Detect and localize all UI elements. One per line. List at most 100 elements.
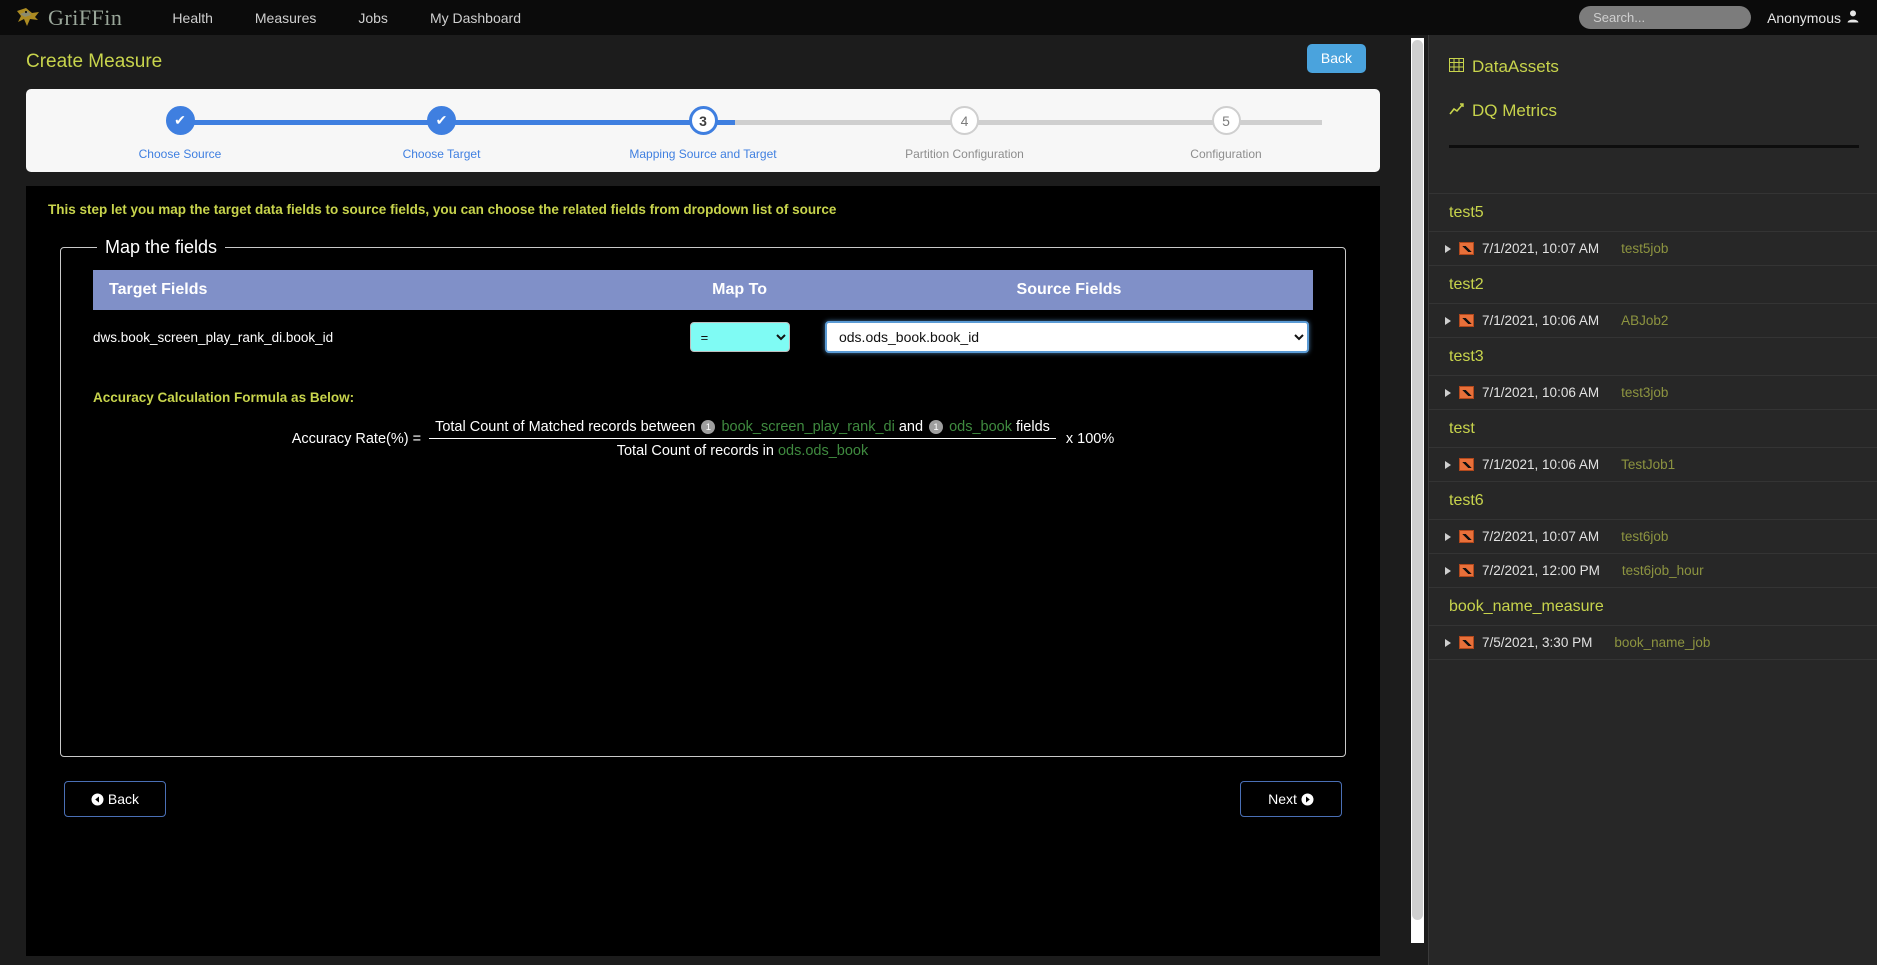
list-item[interactable]: 7/2/2021, 12:00 PM test6job_hour	[1429, 554, 1877, 588]
job-name: test6job_hour	[1621, 563, 1704, 578]
chevron-right-icon[interactable]	[1445, 244, 1451, 253]
brand-name: GriFFin	[48, 4, 123, 30]
measure-title[interactable]: test3	[1429, 338, 1877, 376]
step-label-1: Choose Source	[138, 147, 222, 161]
user-icon	[1847, 9, 1859, 26]
source-field-select[interactable]: ods.ods_book.book_id	[824, 321, 1309, 353]
measure-group: test2 7/1/2021, 10:06 AM ABJob2	[1429, 266, 1877, 338]
search-input[interactable]	[1579, 6, 1752, 29]
nav-link-jobs[interactable]: Jobs	[356, 6, 390, 30]
chevron-right-icon[interactable]	[1445, 460, 1451, 469]
cell-map-to: =	[654, 310, 825, 364]
column-header-map-to: Map To	[654, 270, 825, 310]
column-header-source-fields: Source Fields	[824, 270, 1313, 310]
nav-link-health[interactable]: Health	[170, 6, 214, 30]
job-timestamp: 7/1/2021, 10:07 AM	[1482, 241, 1600, 256]
map-fields-legend: Map the fields	[105, 237, 218, 257]
step-choose-source[interactable]: ✔ Choose Source	[120, 89, 240, 161]
chart-icon	[1459, 636, 1474, 649]
cell-source-field: ods.ods_book.book_id	[824, 310, 1313, 364]
sidebar-links: DataAssets DQ Metrics	[1429, 35, 1877, 148]
job-timestamp: 7/2/2021, 10:07 AM	[1482, 529, 1600, 544]
step-choose-target[interactable]: ✔ Choose Target	[382, 89, 502, 161]
numerator-badge-2: 1	[929, 420, 944, 435]
list-item[interactable]: 7/1/2021, 10:06 AM TestJob1	[1429, 448, 1877, 482]
sidebar-item-dq-metrics[interactable]: DQ Metrics	[1449, 101, 1859, 121]
next-button[interactable]: Next	[1240, 781, 1342, 817]
table-row: dws.book_screen_play_rank_di.book_id = o…	[93, 310, 1313, 364]
arrow-left-circle-icon	[91, 791, 104, 807]
job-timestamp: 7/2/2021, 12:00 PM	[1482, 563, 1600, 578]
scrollbar-track[interactable]	[1410, 38, 1424, 943]
nav-link-measures[interactable]: Measures	[253, 6, 318, 30]
sidebar-item-dataassets[interactable]: DataAssets	[1449, 57, 1859, 77]
chart-icon	[1459, 314, 1474, 327]
sidebar-item-label-dq-metrics: DQ Metrics	[1472, 101, 1557, 120]
measure-title[interactable]: test	[1429, 410, 1877, 448]
chevron-right-icon[interactable]	[1445, 532, 1451, 541]
measure-title[interactable]: test2	[1429, 266, 1877, 304]
map-to-select[interactable]: =	[689, 322, 790, 352]
numerator-field-2: ods_book	[949, 419, 1012, 435]
list-item[interactable]: 7/1/2021, 10:07 AM test5job	[1429, 232, 1877, 266]
step-mapping-source-and-target[interactable]: 3 Mapping Source and Target	[629, 89, 777, 161]
nav-link-my-dashboard[interactable]: My Dashboard	[428, 6, 523, 30]
step-label-5: Configuration	[1190, 147, 1262, 161]
measure-title[interactable]: book_name_measure	[1429, 588, 1877, 626]
denominator-field-1: ods.ods_book	[777, 443, 869, 459]
column-header-target-fields: Target Fields	[93, 270, 655, 310]
list-item[interactable]: 7/2/2021, 10:07 AM test6job	[1429, 520, 1877, 554]
user-menu[interactable]: Anonymous	[1767, 10, 1867, 26]
step-label-2: Choose Target	[402, 147, 481, 161]
table-grid-icon	[1449, 57, 1464, 77]
brand-logo-area[interactable]: GriFFin	[14, 5, 122, 31]
page-title: Create Measure	[26, 51, 163, 72]
step-bubble-5: 5	[1211, 106, 1241, 135]
header-back-button[interactable]: Back	[1306, 44, 1366, 73]
step-bubble-2: ✔	[427, 106, 456, 135]
user-name: Anonymous	[1767, 9, 1841, 26]
mapping-table-body: dws.book_screen_play_rank_di.book_id = o…	[93, 310, 1313, 364]
job-timestamp: 7/1/2021, 10:06 AM	[1482, 457, 1600, 472]
formula-numerator: Total Count of Matched records between 1…	[429, 419, 1056, 439]
chevron-right-icon[interactable]	[1445, 638, 1451, 647]
numerator-text-3: fields	[1016, 419, 1050, 435]
mapping-table: Target Fields Map To Source Fields dws.b…	[93, 270, 1313, 364]
chart-icon	[1459, 458, 1474, 471]
list-item[interactable]: 7/1/2021, 10:06 AM ABJob2	[1429, 304, 1877, 338]
step-partition-configuration[interactable]: 4 Partition Configuration	[905, 89, 1025, 161]
step-configuration[interactable]: 5 Configuration	[1166, 89, 1286, 161]
chevron-right-icon[interactable]	[1445, 316, 1451, 325]
chart-icon	[1459, 530, 1474, 543]
accuracy-formula: Accuracy Rate(%) = Total Count of Matche…	[93, 419, 1313, 459]
sidebar-spacer	[1429, 148, 1877, 194]
map-fields-fieldset: Map the fields Target Fields Map To Sour…	[60, 237, 1346, 757]
job-name: ABJob2	[1621, 313, 1669, 328]
chart-icon	[1459, 564, 1474, 577]
measure-title[interactable]: test5	[1429, 194, 1877, 232]
step-label-3: Mapping Source and Target	[629, 147, 777, 161]
measure-group: test5 7/1/2021, 10:07 AM test5job	[1429, 194, 1877, 266]
griffin-logo-icon	[14, 6, 44, 30]
stepper-card: ✔ Choose Source ✔ Choose Target 3 Mappin…	[26, 89, 1380, 172]
numerator-field-1: book_screen_play_rank_di	[721, 419, 895, 435]
page-scrollbar[interactable]	[1406, 35, 1428, 965]
formula-title: Accuracy Calculation Formula as Below:	[93, 390, 355, 405]
chevron-right-icon[interactable]	[1445, 388, 1451, 397]
list-item[interactable]: 7/1/2021, 10:06 AM test3job	[1429, 376, 1877, 410]
arrow-right-circle-icon	[1301, 791, 1314, 807]
measure-title[interactable]: test6	[1429, 482, 1877, 520]
chevron-right-icon[interactable]	[1445, 566, 1451, 575]
panel-footer: Back Next	[64, 781, 1342, 817]
right-sidebar: DataAssets DQ Metrics test5 7/1/2021, 10…	[1428, 35, 1877, 965]
table-header-row: Target Fields Map To Source Fields	[93, 270, 1313, 310]
chart-icon	[1459, 386, 1474, 399]
sidebar-item-label-dataassets: DataAssets	[1472, 57, 1559, 76]
formula-left-side: Accuracy Rate(%) =	[291, 431, 422, 447]
measure-group: book_name_measure 7/5/2021, 3:30 PM book…	[1429, 588, 1877, 660]
top-navbar: GriFFin Health Measures Jobs My Dashboar…	[0, 0, 1877, 35]
back-button[interactable]: Back	[64, 781, 166, 817]
scrollbar-thumb[interactable]	[1411, 40, 1423, 920]
list-item[interactable]: 7/5/2021, 3:30 PM book_name_job	[1429, 626, 1877, 660]
measure-group: test6 7/2/2021, 10:07 AM test6job 7/2/20…	[1429, 482, 1877, 588]
